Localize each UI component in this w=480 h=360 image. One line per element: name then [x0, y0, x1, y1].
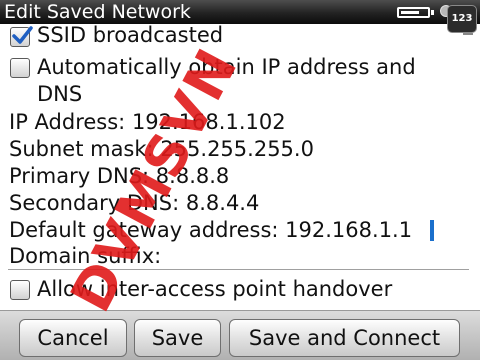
battery-icon	[397, 7, 430, 18]
button-bar: Cancel Save Save and Connect	[0, 310, 480, 360]
ip-address-field[interactable]: IP Address: 192.168.1.102	[9, 110, 286, 134]
secondary-dns-value[interactable]: 8.8.4.4	[186, 191, 259, 215]
secondary-dns-label: Secondary DNS:	[9, 191, 180, 215]
secondary-dns-field[interactable]: Secondary DNS: 8.8.4.4	[9, 191, 259, 215]
subnet-mask-label: Subnet mask:	[9, 137, 154, 161]
domain-suffix-field[interactable]: Domain suffix:	[9, 244, 161, 268]
domain-suffix-label: Domain suffix:	[9, 244, 162, 268]
checkmark-icon	[12, 26, 33, 44]
keyboard-mode-indicator[interactable]: 123	[447, 5, 477, 33]
save-and-connect-button[interactable]: Save and Connect	[229, 319, 460, 357]
primary-dns-field[interactable]: Primary DNS: 8.8.8.8	[9, 164, 229, 188]
auto-ip-label-line2: DNS	[37, 82, 83, 106]
subnet-mask-value[interactable]: 255.255.255.0	[160, 137, 314, 161]
battery-level-fill	[401, 11, 419, 14]
separator-line	[8, 269, 469, 270]
scroll-indicator	[463, 33, 473, 35]
inter-access-handover-label: Allow inter-access point handover	[37, 277, 393, 301]
ssid-broadcasted-label: SSID broadcasted	[37, 23, 224, 47]
battery-tip	[431, 10, 434, 15]
title-bar: Edit Saved Network	[0, 0, 480, 24]
auto-ip-label-line1: Automatically obtain IP address and	[37, 55, 416, 79]
auto-ip-checkbox[interactable]	[10, 58, 30, 78]
ip-address-label: IP Address:	[9, 110, 126, 134]
default-gateway-field[interactable]: Default gateway address: 192.168.1.1	[9, 218, 412, 242]
text-cursor	[430, 220, 434, 241]
cancel-button[interactable]: Cancel	[19, 319, 127, 357]
inter-access-handover-checkbox[interactable]	[10, 280, 30, 300]
primary-dns-value[interactable]: 8.8.8.8	[156, 164, 229, 188]
save-button[interactable]: Save	[134, 319, 221, 357]
edit-saved-network-screen: Edit Saved Network 123 SSID broadcasted …	[0, 0, 480, 360]
default-gateway-value[interactable]: 192.168.1.1	[285, 218, 412, 242]
primary-dns-label: Primary DNS:	[9, 164, 150, 188]
subnet-mask-field[interactable]: Subnet mask: 255.255.255.0	[9, 137, 314, 161]
screen-title: Edit Saved Network	[4, 1, 191, 23]
ssid-broadcasted-checkbox[interactable]	[10, 26, 33, 47]
ip-address-value[interactable]: 192.168.1.102	[132, 110, 286, 134]
default-gateway-label: Default gateway address:	[9, 218, 279, 242]
